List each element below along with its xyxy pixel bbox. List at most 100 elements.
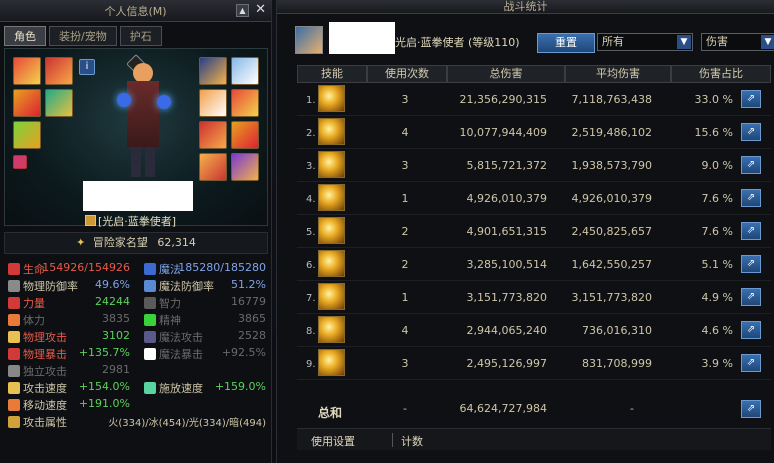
stat-label: 体力 — [23, 314, 45, 327]
total-damage: 3,285,100,514 — [466, 258, 547, 271]
average-damage: 736,016,310 — [582, 324, 652, 337]
tab-avatar-pet[interactable]: 装扮/宠物 — [49, 26, 117, 46]
damage-share: 9.0 % — [701, 159, 733, 172]
row-index: 2. — [306, 128, 316, 139]
equip-slot[interactable] — [231, 153, 259, 181]
tab-talisman[interactable]: 护石 — [119, 26, 162, 46]
share-icon[interactable]: ⇗ — [741, 354, 761, 372]
table-row[interactable]: 7. 1 3,151,773,820 3,151,773,820 4.9 % ⇗ — [297, 281, 771, 314]
crit-icon — [8, 348, 20, 360]
equip-slot[interactable] — [231, 57, 259, 85]
character-name-redacted — [83, 181, 193, 211]
equip-slot[interactable] — [13, 89, 41, 117]
stat-row: 力量 24244 智力 16779 — [4, 294, 268, 311]
count-button[interactable]: 计数 — [401, 433, 423, 449]
pin-icon[interactable]: ▲ — [236, 4, 249, 17]
use-count: 3 — [401, 357, 409, 370]
use-count: 3 — [401, 93, 409, 106]
equip-slot[interactable] — [199, 121, 227, 149]
stat-row: 生命 154926/154926 魔法 185280/185280 — [4, 260, 268, 277]
element-values: 火(334)/冰(454)/光(334)/暗(494) — [108, 418, 266, 429]
target-filter-select[interactable]: 所有 ▼ — [597, 33, 693, 51]
character-preview: i [光启·蓝拳使者] — [4, 48, 268, 228]
share-icon[interactable]: ⇗ — [741, 189, 761, 207]
stat-label: 独立攻击 — [23, 365, 67, 378]
metric-filter-value: 伤害 — [706, 35, 728, 48]
skill-icon[interactable] — [318, 118, 345, 145]
table-row[interactable]: 5. 2 4,901,651,315 2,450,825,657 7.6 % ⇗ — [297, 215, 771, 248]
equip-slot[interactable] — [45, 57, 73, 85]
reset-button[interactable]: 重置 — [537, 33, 595, 53]
table-row[interactable]: 6. 2 3,285,100,514 1,642,550,257 5.1 % ⇗ — [297, 248, 771, 281]
fame-label: 冒险家名望 — [92, 236, 148, 249]
shield-icon — [8, 280, 20, 292]
equip-slot[interactable] — [13, 121, 41, 149]
header-count[interactable]: 使用次数 — [367, 65, 447, 83]
equip-slot[interactable] — [231, 121, 259, 149]
share-icon[interactable]: ⇗ — [741, 321, 761, 339]
damage-share: 3.9 % — [701, 357, 733, 370]
magic-crit-icon — [144, 348, 156, 360]
equip-slot[interactable] — [199, 89, 227, 117]
stat-value: +159.0% — [214, 380, 266, 393]
share-icon[interactable]: ⇗ — [741, 123, 761, 141]
row-index: 4. — [306, 194, 316, 205]
metric-filter-select[interactable]: 伤害 ▼ — [701, 33, 774, 51]
stat-value: +92.5% — [221, 346, 266, 359]
stat-value: 24244 — [95, 295, 130, 308]
average-damage: 831,708,999 — [582, 357, 652, 370]
header-average[interactable]: 平均伤害 — [565, 65, 671, 83]
stat-label: 魔法防御率 — [159, 280, 214, 293]
equip-slot[interactable] — [199, 57, 227, 85]
header-total[interactable]: 总伤害 — [447, 65, 565, 83]
stat-label: 力量 — [23, 297, 45, 310]
table-row[interactable]: 4. 1 4,926,010,379 4,926,010,379 7.6 % ⇗ — [297, 182, 771, 215]
skill-icon[interactable] — [318, 85, 345, 112]
skill-icon[interactable] — [318, 217, 345, 244]
character-info-titlebar[interactable]: 个人信息(M) ▲ ✕ — [0, 0, 271, 22]
table-row[interactable]: 1. 3 21,356,290,315 7,118,763,438 33.0 % ⇗ — [297, 83, 771, 116]
table-row[interactable]: 9. 3 2,495,126,997 831,708,999 3.9 % ⇗ — [297, 347, 771, 380]
share-icon[interactable]: ⇗ — [741, 90, 761, 108]
usage-settings-button[interactable]: 使用设置 — [311, 433, 355, 449]
use-count: 1 — [401, 192, 409, 205]
skill-icon[interactable] — [318, 184, 345, 211]
equip-slot[interactable] — [231, 89, 259, 117]
info-icon[interactable]: i — [79, 59, 95, 75]
share-icon[interactable]: ⇗ — [741, 156, 761, 174]
stat-value: 2528 — [238, 329, 266, 342]
total-row: 总和 - 64,624,727,984 - ⇗ — [297, 396, 771, 424]
skill-icon[interactable] — [318, 316, 345, 343]
heart-icon — [8, 263, 20, 275]
share-icon[interactable]: ⇗ — [741, 222, 761, 240]
close-icon[interactable]: ✕ — [255, 2, 266, 17]
header-share[interactable]: 伤害占比 — [671, 65, 771, 83]
class-level: 光启·蓝拳使者 (等级110) — [395, 36, 520, 49]
row-index: 6. — [306, 260, 316, 271]
share-icon[interactable]: ⇗ — [741, 255, 761, 273]
skill-icon[interactable] — [318, 250, 345, 277]
table-row[interactable]: 3. 3 5,815,721,372 1,938,573,790 9.0 % ⇗ — [297, 149, 771, 182]
damage-share: 7.6 % — [701, 192, 733, 205]
skill-icon[interactable] — [318, 349, 345, 376]
stat-label: 施放速度 — [159, 382, 203, 395]
share-icon[interactable]: ⇗ — [741, 288, 761, 306]
equip-slot[interactable] — [45, 89, 73, 117]
chevron-down-icon: ▼ — [677, 35, 691, 49]
share-icon[interactable]: ⇗ — [741, 400, 761, 418]
battle-stats-title[interactable]: 战斗统计 — [277, 0, 774, 14]
move-speed-icon — [8, 399, 20, 411]
title-checkbox[interactable] — [85, 215, 96, 226]
damage-share: 4.6 % — [701, 324, 733, 337]
equip-slot[interactable] — [199, 153, 227, 181]
heart-icon[interactable] — [13, 155, 27, 169]
header-skill[interactable]: 技能 — [297, 65, 367, 83]
equip-slot[interactable] — [13, 57, 41, 85]
tab-character[interactable]: 角色 — [4, 26, 46, 46]
table-row[interactable]: 8. 4 2,944,065,240 736,016,310 4.6 % ⇗ — [297, 314, 771, 347]
mana-icon — [144, 263, 156, 275]
stat-label: 智力 — [159, 297, 181, 310]
skill-icon[interactable] — [318, 283, 345, 310]
skill-icon[interactable] — [318, 151, 345, 178]
table-row[interactable]: 2. 4 10,077,944,409 2,519,486,102 15.6 % ⇗ — [297, 116, 771, 149]
